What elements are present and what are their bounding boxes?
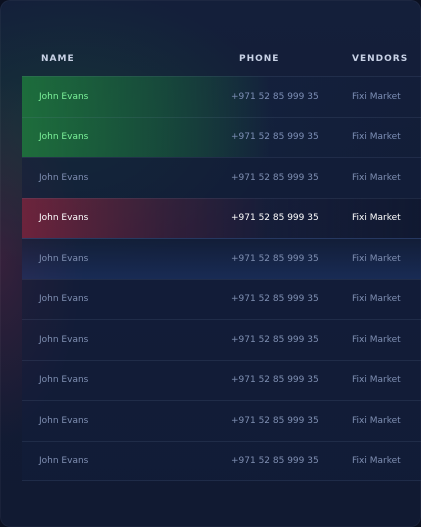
table-body: John Evans +971 52 85 999 35 Fixi Market… <box>22 76 421 481</box>
table-row[interactable]: John Evans +971 52 85 999 35 Fixi Market <box>22 319 421 360</box>
vendors-table: NAME PHONE VENDORS John Evans +971 52 85… <box>22 36 421 481</box>
row-phone-cell: +971 52 85 999 35 <box>231 334 319 345</box>
row-phone-cell: +971 52 85 999 35 <box>231 213 319 224</box>
table-row[interactable]: John Evans +971 52 85 999 35 Fixi Market <box>22 278 421 319</box>
row-vendor-cell: Fixi Market <box>352 375 401 386</box>
row-name-cell: John Evans <box>39 375 89 386</box>
row-phone-cell: +971 52 85 999 35 <box>231 253 319 264</box>
row-vendor-cell: Fixi Market <box>352 213 401 224</box>
row-name-cell: John Evans <box>39 415 89 426</box>
header-phone[interactable]: PHONE <box>239 54 279 64</box>
table-row[interactable]: John Evans +971 52 85 999 35 Fixi Market <box>22 400 421 441</box>
row-name-cell: John Evans <box>39 172 89 183</box>
table-row[interactable]: John Evans +971 52 85 999 35 Fixi Market <box>22 76 421 117</box>
row-phone-cell: +971 52 85 999 35 <box>231 375 319 386</box>
row-name-cell: John Evans <box>39 132 89 143</box>
row-phone-cell: +971 52 85 999 35 <box>231 415 319 426</box>
row-vendor-cell: Fixi Market <box>352 455 401 466</box>
row-vendor-cell: Fixi Market <box>352 334 401 345</box>
table-header-row: NAME PHONE VENDORS <box>22 36 421 76</box>
row-phone-cell: +971 52 85 999 35 <box>231 132 319 143</box>
row-phone-cell: +971 52 85 999 35 <box>231 91 319 102</box>
row-phone-cell: +971 52 85 999 35 <box>231 455 319 466</box>
row-vendor-cell: Fixi Market <box>352 253 401 264</box>
row-vendor-cell: Fixi Market <box>352 294 401 305</box>
row-name-cell: John Evans <box>39 253 89 264</box>
row-phone-cell: +971 52 85 999 35 <box>231 172 319 183</box>
row-vendor-cell: Fixi Market <box>352 91 401 102</box>
row-name-cell: John Evans <box>39 455 89 466</box>
row-name-cell: John Evans <box>39 334 89 345</box>
table-row[interactable]: John Evans +971 52 85 999 35 Fixi Market <box>22 359 421 400</box>
header-name[interactable]: NAME <box>41 54 75 64</box>
row-name-cell: John Evans <box>39 91 89 102</box>
row-phone-cell: +971 52 85 999 35 <box>231 294 319 305</box>
row-vendor-cell: Fixi Market <box>352 172 401 183</box>
table-row[interactable]: John Evans +971 52 85 999 35 Fixi Market <box>22 157 421 198</box>
table-row[interactable]: John Evans +971 52 85 999 35 Fixi Market <box>22 197 421 238</box>
row-name-cell: John Evans <box>39 213 89 224</box>
row-vendor-cell: Fixi Market <box>352 415 401 426</box>
vendors-table-card: NAME PHONE VENDORS John Evans +971 52 85… <box>0 0 421 527</box>
row-name-cell: John Evans <box>39 294 89 305</box>
table-row[interactable]: John Evans +971 52 85 999 35 Fixi Market <box>22 116 421 157</box>
table-row[interactable]: John Evans +971 52 85 999 35 Fixi Market <box>22 440 421 481</box>
row-vendor-cell: Fixi Market <box>352 132 401 143</box>
table-row[interactable]: John Evans +971 52 85 999 35 Fixi Market <box>22 238 421 279</box>
header-vendors[interactable]: VENDORS <box>352 54 408 64</box>
